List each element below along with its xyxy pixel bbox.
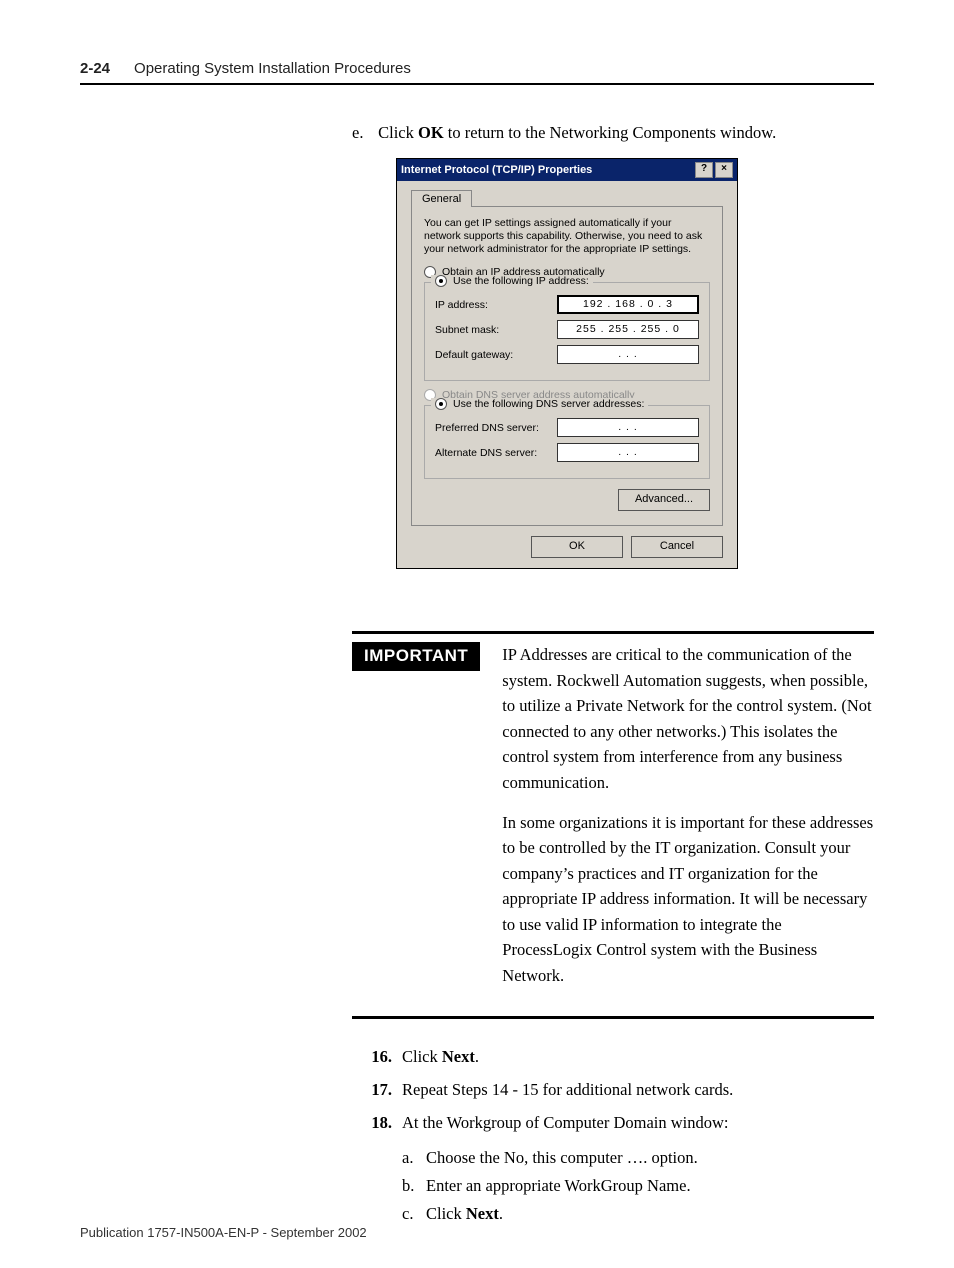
label-alt-dns: Alternate DNS server: bbox=[435, 447, 537, 459]
radio-use-ip[interactable]: Use the following IP address: bbox=[431, 275, 593, 287]
sub-a: a. Choose the No, this computer …. optio… bbox=[402, 1144, 874, 1172]
step-number: 16. bbox=[352, 1045, 392, 1070]
dialog-description: You can get IP settings assigned automat… bbox=[424, 217, 710, 256]
important-p1: IP Addresses are critical to the communi… bbox=[502, 642, 874, 795]
advanced-button[interactable]: Advanced... bbox=[618, 489, 710, 511]
input-gateway[interactable]: . . . bbox=[557, 345, 699, 364]
step-number: 18. bbox=[352, 1111, 392, 1136]
cancel-button[interactable]: Cancel bbox=[631, 536, 723, 558]
step-e-pre: Click bbox=[378, 123, 418, 142]
step-e-post: to return to the Networking Components w… bbox=[444, 123, 777, 142]
group-use-ip: Use the following IP address: IP address… bbox=[424, 282, 710, 381]
step-16: 16. Click Next. bbox=[352, 1045, 874, 1070]
header-rule bbox=[80, 83, 874, 85]
page-number: 2-24 bbox=[80, 60, 110, 77]
important-block: IMPORTANT IP Addresses are critical to t… bbox=[352, 631, 874, 1019]
page-header: 2-24 Operating System Installation Proce… bbox=[80, 60, 874, 77]
ok-button[interactable]: OK bbox=[531, 536, 623, 558]
input-alt-dns[interactable]: . . . bbox=[557, 443, 699, 462]
radio-use-dns[interactable]: Use the following DNS server addresses: bbox=[431, 398, 648, 410]
step-17: 17. Repeat Steps 14 - 15 for additional … bbox=[352, 1078, 874, 1103]
step-number: 17. bbox=[352, 1078, 392, 1103]
sub-b: b. Enter an appropriate WorkGroup Name. bbox=[402, 1172, 874, 1200]
radio-label: Use the following IP address: bbox=[453, 275, 589, 287]
step-e-bold: OK bbox=[418, 123, 444, 142]
tab-general[interactable]: General bbox=[411, 190, 472, 207]
tcpip-properties-dialog: Internet Protocol (TCP/IP) Properties ? … bbox=[396, 158, 738, 569]
step-18: 18. At the Workgroup of Computer Domain … bbox=[352, 1111, 874, 1136]
close-button[interactable]: × bbox=[715, 162, 733, 178]
radio-icon bbox=[435, 275, 447, 287]
dialog-titlebar: Internet Protocol (TCP/IP) Properties ? … bbox=[397, 159, 737, 181]
sub-c: c. Click Next. bbox=[402, 1200, 874, 1228]
radio-label: Use the following DNS server addresses: bbox=[453, 398, 644, 410]
dialog-title: Internet Protocol (TCP/IP) Properties bbox=[401, 164, 693, 176]
label-pref-dns: Preferred DNS server: bbox=[435, 422, 539, 434]
tab-pane: You can get IP settings assigned automat… bbox=[411, 206, 723, 526]
important-tag: IMPORTANT bbox=[352, 642, 480, 671]
label-gateway: Default gateway: bbox=[435, 349, 513, 361]
step-letter: e. bbox=[352, 121, 374, 146]
label-subnet: Subnet mask: bbox=[435, 324, 499, 336]
group-use-dns: Use the following DNS server addresses: … bbox=[424, 405, 710, 479]
input-pref-dns[interactable]: . . . bbox=[557, 418, 699, 437]
rule-bottom bbox=[352, 1016, 874, 1019]
step-e: e. Click OK to return to the Networking … bbox=[352, 121, 874, 146]
help-button[interactable]: ? bbox=[695, 162, 713, 178]
step-text: Repeat Steps 14 - 15 for additional netw… bbox=[402, 1078, 874, 1103]
section-title: Operating System Installation Procedures bbox=[134, 60, 411, 77]
radio-icon bbox=[435, 398, 447, 410]
input-ip[interactable]: 192 . 168 . 0 . 3 bbox=[557, 295, 699, 314]
footer-publication: Publication 1757-IN500A-EN-P - September… bbox=[80, 1225, 367, 1240]
step-18-sub: a. Choose the No, this computer …. optio… bbox=[402, 1144, 874, 1228]
important-p2: In some organizations it is important fo… bbox=[502, 810, 874, 989]
label-ip: IP address: bbox=[435, 299, 488, 311]
input-subnet[interactable]: 255 . 255 . 255 . 0 bbox=[557, 320, 699, 339]
step-text: At the Workgroup of Computer Domain wind… bbox=[402, 1111, 874, 1136]
